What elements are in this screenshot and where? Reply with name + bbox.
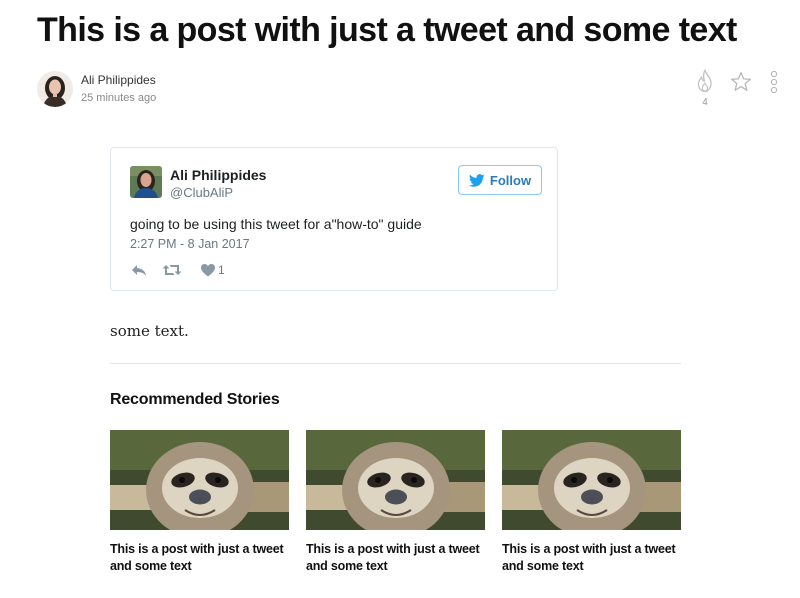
more-vertical-icon[interactable] — [769, 70, 779, 96]
recommended-story[interactable]: This is a post with just a tweet and som… — [306, 430, 485, 575]
recommended-heading: Recommended Stories — [110, 391, 280, 408]
embedded-tweet: Ali Philippides @ClubAliP Follow going t… — [110, 147, 558, 291]
story-title[interactable]: This is a post with just a tweet and som… — [110, 541, 289, 575]
story-thumbnail[interactable] — [306, 430, 485, 530]
story-thumbnail[interactable] — [502, 430, 681, 530]
tweet-author-handle[interactable]: @ClubAliP — [170, 185, 233, 200]
follow-button-label: Follow — [489, 172, 532, 188]
recommended-story[interactable]: This is a post with just a tweet and som… — [110, 430, 289, 575]
story-title[interactable]: This is a post with just a tweet and som… — [502, 541, 681, 575]
tweet-timestamp[interactable]: 2:27 PM - 8 Jan 2017 — [130, 237, 250, 251]
tweet-author-name[interactable]: Ali Philippides — [170, 167, 266, 183]
post-body-text: some text. — [110, 322, 189, 340]
retweet-icon[interactable] — [162, 262, 182, 278]
star-icon[interactable] — [729, 70, 753, 94]
flame-icon[interactable] — [694, 68, 716, 94]
author-avatar[interactable] — [37, 71, 73, 107]
flame-count: 4 — [702, 97, 708, 108]
story-title[interactable]: This is a post with just a tweet and som… — [306, 541, 485, 575]
post-title: This is a post with just a tweet and som… — [37, 11, 737, 49]
recommended-story[interactable]: This is a post with just a tweet and som… — [502, 430, 681, 575]
story-thumbnail[interactable] — [110, 430, 289, 530]
author-name[interactable]: Ali Philippides — [81, 73, 156, 87]
tweet-author-avatar[interactable] — [130, 166, 162, 198]
heart-icon[interactable] — [200, 262, 216, 278]
reply-icon[interactable] — [130, 262, 148, 278]
like-count: 1 — [218, 263, 225, 277]
post-timestamp: 25 minutes ago — [81, 92, 157, 104]
twitter-bird-icon — [468, 173, 485, 187]
follow-button[interactable]: Follow — [458, 165, 542, 195]
section-divider — [110, 363, 681, 364]
tweet-text: going to be using this tweet for a"how-t… — [130, 216, 422, 232]
